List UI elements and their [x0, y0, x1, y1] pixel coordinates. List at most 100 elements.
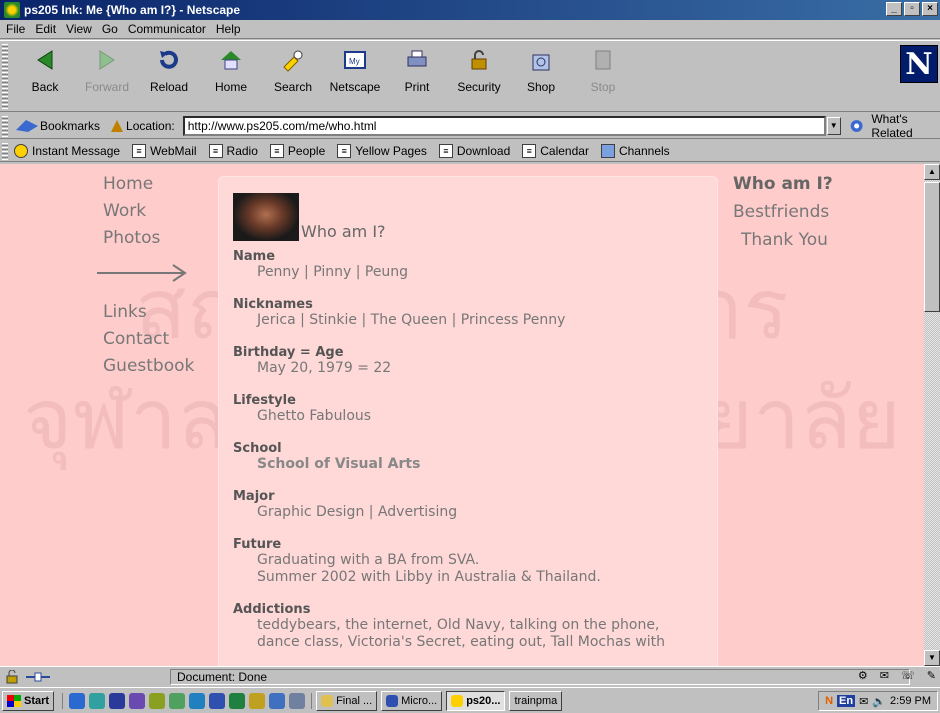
- section-heading: Future: [233, 537, 282, 552]
- shop-button[interactable]: Shop: [510, 41, 572, 94]
- download-button[interactable]: ≡ Download: [438, 143, 511, 158]
- minimize-button[interactable]: _: [886, 2, 902, 16]
- nav-link-work[interactable]: Work: [103, 201, 194, 221]
- whats-related-button[interactable]: What's Related: [849, 112, 940, 140]
- menu-bar: File Edit View Go Communicator Help: [0, 20, 940, 39]
- menu-go[interactable]: Go: [98, 22, 124, 36]
- forward-button[interactable]: Forward: [76, 41, 138, 94]
- nav-link-who-am-i[interactable]: Who am I?: [733, 174, 833, 194]
- search-icon[interactable]: [249, 692, 266, 709]
- toolbar-grip[interactable]: [2, 142, 8, 160]
- netscape-tray-icon[interactable]: N: [825, 695, 833, 707]
- security-button[interactable]: Security: [448, 41, 510, 94]
- newsgroups-icon[interactable]: ☏: [901, 669, 915, 682]
- nav-link-home[interactable]: Home: [103, 174, 194, 194]
- url-dropdown-button[interactable]: ▼: [826, 116, 841, 135]
- start-button[interactable]: Start: [2, 690, 55, 711]
- person-icon: [14, 143, 28, 158]
- calendar-button[interactable]: ≡ Calendar: [522, 143, 589, 158]
- clock[interactable]: 2:59 PM: [890, 695, 931, 707]
- section-heading: School: [233, 441, 282, 456]
- stop-button[interactable]: Stop: [572, 41, 634, 94]
- reload-button[interactable]: Reload: [138, 41, 200, 94]
- app-launcher-icon[interactable]: [269, 692, 286, 709]
- volume-icon[interactable]: 🔈: [872, 695, 886, 708]
- word-icon[interactable]: [209, 692, 226, 709]
- url-input[interactable]: [187, 118, 821, 133]
- search-button[interactable]: Search: [262, 41, 324, 94]
- toolbar-grip[interactable]: [2, 115, 8, 137]
- scroll-down-button[interactable]: ▼: [924, 650, 940, 666]
- app-launcher-icon[interactable]: [189, 692, 206, 709]
- instant-message-button[interactable]: Instant Message: [14, 143, 120, 158]
- menu-edit[interactable]: Edit: [31, 22, 62, 36]
- menu-view[interactable]: View: [62, 22, 98, 36]
- nav-link-guestbook[interactable]: Guestbook: [103, 356, 194, 376]
- task-final[interactable]: Final ...: [316, 690, 378, 711]
- url-field[interactable]: [182, 115, 826, 136]
- security-lock-icon[interactable]: [4, 669, 22, 684]
- back-button[interactable]: Back: [14, 41, 76, 94]
- scroll-up-button[interactable]: ▲: [924, 164, 940, 180]
- section-future: Future Graduating with a BA from SVA. Su…: [233, 537, 717, 586]
- print-button[interactable]: Print: [386, 41, 448, 94]
- section-value: Penny | Pinny | Peung: [257, 264, 409, 280]
- outlook-express-icon[interactable]: [89, 692, 106, 709]
- app-launcher-icon[interactable]: [109, 692, 126, 709]
- maximize-button[interactable]: ▫: [904, 2, 920, 16]
- svg-text:My: My: [349, 57, 360, 66]
- online-status-icon[interactable]: [26, 670, 50, 684]
- composer-icon[interactable]: ✎: [927, 669, 936, 682]
- section-school: School School of Visual Arts: [233, 441, 717, 473]
- netscape-app-icon: [4, 2, 20, 18]
- bookmark-page-icon: ≡: [522, 143, 537, 158]
- school-link[interactable]: School of Visual Arts: [233, 456, 717, 473]
- location-icon: [111, 119, 124, 132]
- section-value: Graduating with a BA from SVA.: [257, 552, 480, 568]
- tray-app-icon[interactable]: ✉: [859, 695, 868, 708]
- home-button[interactable]: Home: [200, 41, 262, 94]
- menu-communicator[interactable]: Communicator: [124, 22, 212, 36]
- desktop-icon[interactable]: [289, 692, 306, 709]
- language-indicator[interactable]: En: [837, 695, 856, 707]
- netscape-app-icon: [451, 694, 464, 707]
- netscape-launcher-icon[interactable]: [149, 692, 166, 709]
- section-addictions: Addictions teddybears, the internet, Old…: [233, 602, 717, 651]
- people-button[interactable]: ≡ People: [269, 143, 325, 158]
- nav-link-contact[interactable]: Contact: [103, 329, 194, 349]
- radio-button[interactable]: ≡ Radio: [208, 143, 258, 158]
- app-launcher-icon[interactable]: [169, 692, 186, 709]
- webmail-label: WebMail: [150, 143, 197, 158]
- scroll-thumb[interactable]: [924, 182, 940, 312]
- menu-help[interactable]: Help: [212, 22, 247, 36]
- internet-explorer-icon[interactable]: [69, 692, 86, 709]
- channels-button[interactable]: Channels: [600, 143, 670, 158]
- netscape-button[interactable]: My Netscape: [324, 41, 386, 94]
- mail-icon[interactable]: ✉: [880, 669, 889, 682]
- page-header: Who am I?: [233, 193, 717, 241]
- printer-icon: [407, 50, 427, 67]
- task-trainpma[interactable]: trainpma: [509, 690, 563, 711]
- home-icon: [221, 51, 241, 70]
- close-button[interactable]: ×: [922, 2, 938, 16]
- nav-link-links[interactable]: Links: [103, 302, 194, 322]
- bookmarks-button[interactable]: Bookmarks: [14, 118, 100, 134]
- app-launcher-icon[interactable]: [129, 692, 146, 709]
- vertical-scrollbar[interactable]: ▲ ▼: [924, 164, 940, 666]
- download-label: Download: [456, 143, 511, 158]
- right-navigation: Who am I? Bestfriends Thank You: [733, 174, 833, 258]
- netscape-logo[interactable]: N: [900, 45, 938, 83]
- task-netscape[interactable]: ps20...: [446, 690, 506, 711]
- nav-link-photos[interactable]: Photos: [103, 228, 194, 248]
- excel-icon[interactable]: [229, 692, 246, 709]
- toolbar-grip[interactable]: [2, 43, 8, 109]
- nav-link-bestfriends[interactable]: Bestfriends: [733, 202, 833, 222]
- navigator-icon[interactable]: ⚙: [858, 669, 868, 682]
- task-microsoft-word[interactable]: Micro...: [381, 690, 443, 711]
- bookmark-page-icon: ≡: [438, 143, 453, 158]
- personal-toolbar: Instant Message ≡ WebMail ≡ Radio ≡ People …: [0, 140, 940, 162]
- nav-link-thank-you[interactable]: Thank You: [733, 230, 833, 250]
- menu-file[interactable]: File: [2, 22, 31, 36]
- webmail-button[interactable]: ≡ WebMail: [132, 143, 197, 158]
- yellow-pages-button[interactable]: ≡ Yellow Pages: [337, 143, 427, 158]
